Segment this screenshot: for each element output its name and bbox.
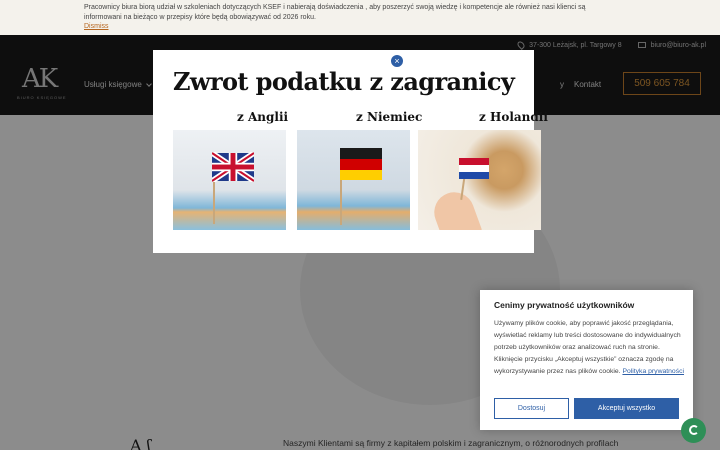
germany-flag-icon bbox=[340, 148, 382, 180]
hand-shape bbox=[428, 186, 484, 230]
dismiss-link[interactable]: Dismiss bbox=[84, 23, 109, 30]
close-icon[interactable]: × bbox=[390, 54, 404, 68]
accept-all-button[interactable]: Akceptuj wszystko bbox=[574, 398, 679, 419]
uk-flag-image[interactable] bbox=[173, 130, 286, 230]
customize-button[interactable]: Dostosuj bbox=[494, 398, 569, 419]
country-label-de: z Niemiec bbox=[356, 110, 423, 124]
uk-flag-icon bbox=[212, 152, 254, 182]
privacy-policy-link[interactable]: Polityka prywatności bbox=[622, 368, 684, 375]
cookie-text: Używamy plików cookie, aby poprawić jako… bbox=[494, 318, 684, 378]
chat-button[interactable] bbox=[681, 418, 706, 443]
notice-text: Pracownicy biura biorą udział w szkoleni… bbox=[84, 4, 586, 21]
cookie-body: Używamy plików cookie, aby poprawić jako… bbox=[494, 320, 681, 375]
modal-title: Zwrot podatku z zagranicy bbox=[173, 67, 515, 96]
cookie-consent-panel: Cenimy prywatność użytkowników Używamy p… bbox=[480, 290, 693, 430]
chat-icon bbox=[689, 425, 699, 435]
country-label-uk: z Anglii bbox=[237, 110, 289, 124]
germany-flag-image[interactable] bbox=[297, 130, 410, 230]
netherlands-flag-image[interactable] bbox=[418, 130, 541, 230]
netherlands-flag-icon bbox=[459, 158, 489, 179]
country-label-nl: z Holandii bbox=[479, 110, 548, 124]
cookie-title: Cenimy prywatność użytkowników bbox=[494, 300, 635, 310]
notice-bar: Pracownicy biura biorą udział w szkoleni… bbox=[0, 0, 720, 35]
tax-refund-modal: Zwrot podatku z zagranicy z Anglii z Nie… bbox=[153, 50, 548, 253]
